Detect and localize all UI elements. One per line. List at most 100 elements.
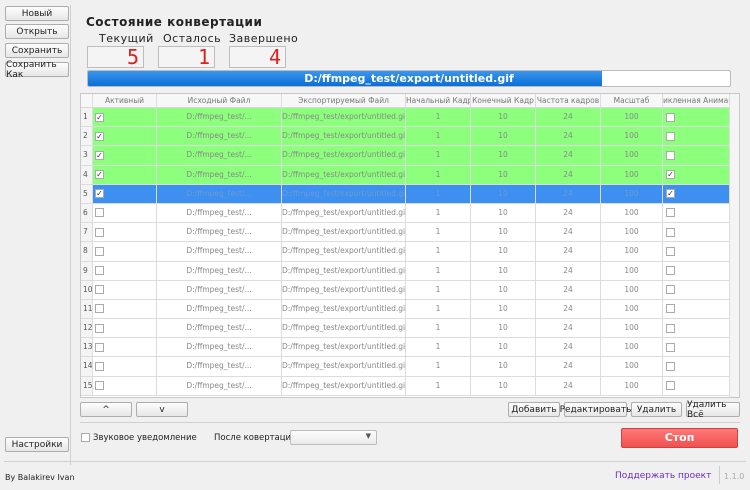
loop-checkbox[interactable]	[666, 227, 675, 237]
loop-checkbox[interactable]	[666, 266, 675, 275]
loop-checkbox[interactable]	[666, 381, 675, 391]
active-checkbox[interactable]: ✓	[95, 189, 104, 199]
active-cell[interactable]	[93, 319, 157, 338]
column-header[interactable]: Начальный Кадр	[406, 94, 471, 107]
active-checkbox[interactable]: ✓	[95, 150, 104, 160]
active-cell[interactable]: ✓	[93, 165, 157, 184]
active-cell[interactable]: ✓	[93, 108, 157, 127]
active-cell[interactable]	[93, 338, 157, 357]
loop-cell[interactable]	[663, 261, 731, 280]
sound-checkbox[interactable]	[81, 433, 90, 442]
active-cell[interactable]: ✓	[93, 146, 157, 165]
table-row[interactable]: 4 ✓ D:/ffmpeg_test/... D:/ffmpeg_test/ex…	[81, 165, 739, 185]
loop-cell[interactable]	[663, 357, 731, 376]
stop-button[interactable]: Стоп	[621, 428, 738, 448]
active-checkbox[interactable]	[95, 323, 104, 333]
active-cell[interactable]	[93, 357, 157, 376]
open-button[interactable]: Открыть	[5, 24, 69, 39]
table-row[interactable]: 1 ✓ D:/ffmpeg_test/... D:/ffmpeg_test/ex…	[81, 108, 739, 128]
move-up-button[interactable]: ^	[80, 402, 132, 417]
table-row[interactable]: 5 ✓ D:/ffmpeg_test/... D:/ffmpeg_test/ex…	[81, 184, 739, 204]
active-cell[interactable]	[93, 376, 157, 395]
edit-button[interactable]: Редактировать	[560, 402, 631, 417]
table-row[interactable]: 2 ✓ D:/ffmpeg_test/... D:/ffmpeg_test/ex…	[81, 127, 739, 147]
add-button[interactable]: Добавить	[508, 402, 560, 417]
move-down-button[interactable]: v	[136, 402, 188, 417]
table-row[interactable]: 7 D:/ffmpeg_test/... D:/ffmpeg_test/expo…	[81, 223, 739, 243]
column-header[interactable]: Масштаб	[601, 94, 663, 107]
support-link[interactable]: Поддержать проект	[615, 471, 711, 481]
column-header[interactable]: Активный	[93, 94, 157, 107]
active-checkbox[interactable]	[95, 381, 104, 391]
active-checkbox[interactable]	[95, 246, 104, 256]
vertical-scrollbar[interactable]	[729, 94, 739, 397]
loop-checkbox[interactable]: ✓	[666, 189, 675, 199]
active-cell[interactable]	[93, 223, 157, 242]
active-checkbox[interactable]	[95, 208, 104, 218]
loop-checkbox[interactable]	[666, 323, 675, 333]
active-checkbox[interactable]	[95, 361, 104, 371]
loop-cell[interactable]	[663, 146, 731, 165]
loop-cell[interactable]	[663, 242, 731, 261]
delete-button[interactable]: Удалить	[631, 402, 682, 417]
table-row[interactable]: 6 D:/ffmpeg_test/... D:/ffmpeg_test/expo…	[81, 203, 739, 224]
column-header[interactable]: Конечный Кадр	[471, 94, 536, 107]
table-row[interactable]: 3 ✓ D:/ffmpeg_test/... D:/ffmpeg_test/ex…	[81, 146, 739, 166]
loop-cell[interactable]	[663, 338, 731, 357]
active-cell[interactable]	[93, 261, 157, 280]
loop-cell[interactable]	[663, 108, 731, 127]
loop-checkbox[interactable]	[666, 112, 675, 122]
table-row[interactable]: 14 D:/ffmpeg_test/... D:/ffmpeg_test/exp…	[81, 357, 739, 377]
loop-cell[interactable]	[663, 299, 731, 319]
active-checkbox[interactable]	[95, 266, 104, 275]
active-cell[interactable]	[93, 203, 157, 223]
table-row[interactable]: 11 D:/ffmpeg_test/... D:/ffmpeg_test/exp…	[81, 299, 739, 320]
column-header[interactable]: икленная Анимац	[663, 94, 731, 107]
table-row[interactable]: 13 D:/ffmpeg_test/... D:/ffmpeg_test/exp…	[81, 338, 739, 358]
table-row[interactable]: 12 D:/ffmpeg_test/... D:/ffmpeg_test/exp…	[81, 319, 739, 339]
loop-cell[interactable]: ✓	[663, 165, 731, 184]
loop-cell[interactable]	[663, 127, 731, 146]
after-conversion-select[interactable]: ▼	[290, 430, 377, 445]
save-as-button[interactable]: Сохранить Как	[5, 60, 69, 80]
loop-checkbox[interactable]	[666, 361, 675, 371]
loop-cell[interactable]	[663, 223, 731, 242]
active-cell[interactable]	[93, 280, 157, 299]
loop-cell[interactable]: ✓	[663, 184, 731, 203]
save-button[interactable]: Сохранить	[5, 43, 69, 58]
active-checkbox[interactable]: ✓	[95, 131, 104, 141]
active-checkbox[interactable]	[95, 304, 104, 314]
table-row[interactable]: 8 D:/ffmpeg_test/... D:/ffmpeg_test/expo…	[81, 242, 739, 262]
table-row[interactable]: 10 D:/ffmpeg_test/... D:/ffmpeg_test/exp…	[81, 280, 739, 300]
table-row[interactable]: 9 D:/ffmpeg_test/... D:/ffmpeg_test/expo…	[81, 261, 739, 281]
active-checkbox[interactable]	[95, 285, 104, 295]
active-checkbox[interactable]: ✓	[95, 112, 104, 122]
table-row[interactable]: 15 D:/ffmpeg_test/... D:/ffmpeg_test/exp…	[81, 376, 739, 396]
active-checkbox[interactable]	[95, 227, 104, 237]
loop-cell[interactable]	[663, 319, 731, 338]
active-cell[interactable]: ✓	[93, 127, 157, 146]
new-button[interactable]: Новый	[5, 6, 69, 21]
column-header[interactable]: Исходный Файл	[157, 94, 282, 107]
loop-checkbox[interactable]	[666, 246, 675, 256]
active-cell[interactable]: ✓	[93, 184, 157, 203]
loop-checkbox[interactable]	[666, 304, 675, 314]
loop-checkbox[interactable]	[666, 131, 675, 141]
loop-checkbox[interactable]	[666, 342, 675, 352]
loop-cell[interactable]	[663, 376, 731, 395]
loop-cell[interactable]	[663, 280, 731, 299]
settings-button[interactable]: Настройки	[5, 437, 69, 452]
column-header[interactable]: Экспортируемый Файл	[282, 94, 406, 107]
loop-checkbox[interactable]	[666, 285, 675, 295]
loop-cell[interactable]	[663, 203, 731, 223]
loop-checkbox[interactable]	[666, 150, 675, 160]
column-header[interactable]: Частота кадров	[536, 94, 601, 107]
loop-checkbox[interactable]	[666, 208, 675, 218]
row-number: 11	[81, 299, 93, 319]
active-cell[interactable]	[93, 242, 157, 261]
active-cell[interactable]	[93, 299, 157, 319]
loop-checkbox[interactable]: ✓	[666, 170, 675, 180]
active-checkbox[interactable]	[95, 342, 104, 352]
active-checkbox[interactable]: ✓	[95, 170, 104, 180]
delete-all-button[interactable]: Удалить Всё	[686, 400, 740, 420]
